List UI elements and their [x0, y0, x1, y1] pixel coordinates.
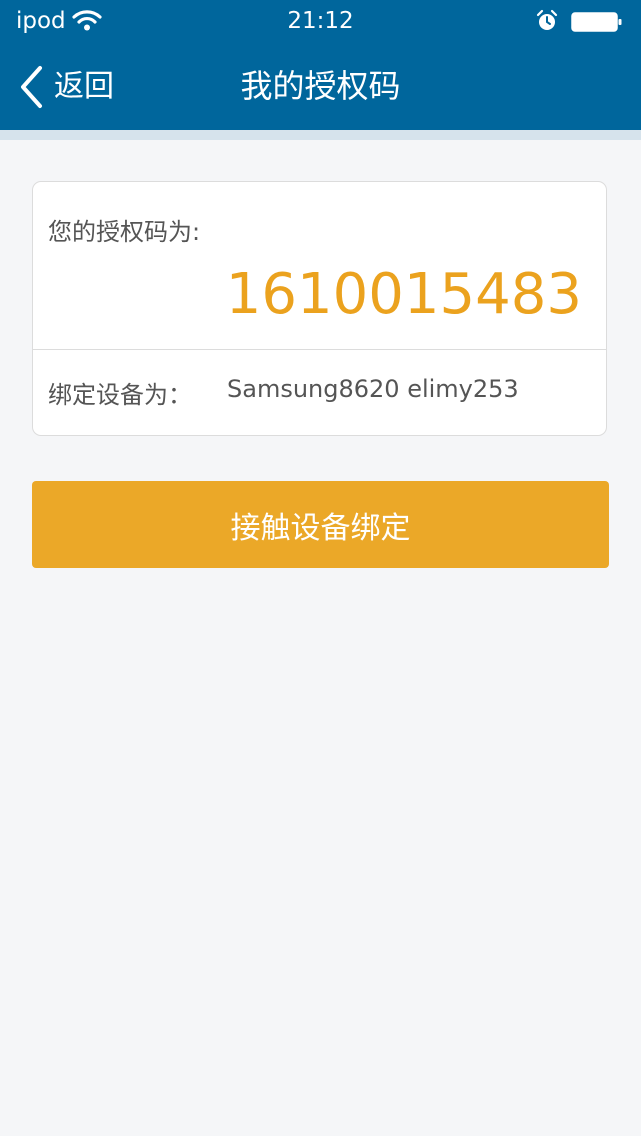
authorization-code-label: 您的授权码为:	[48, 218, 201, 246]
page-title: 我的授权码	[240, 67, 401, 105]
alarm-icon	[536, 9, 558, 30]
bind-device-button[interactable]: 接触设备绑定	[32, 481, 609, 568]
status-bar: ipod 21:12	[0, 0, 641, 42]
authorization-code-value: 1610015483	[225, 262, 582, 327]
card-divider	[33, 349, 606, 350]
battery-icon	[571, 12, 622, 32]
bound-device-value: Samsung8620 elimy253	[227, 375, 519, 403]
authorization-card: 您的授权码为: 1610015483 绑定设备为： Samsung8620 el…	[32, 181, 607, 436]
nav-divider	[0, 130, 641, 140]
navigation-bar: 返回 我的授权码	[0, 42, 641, 130]
bound-device-label: 绑定设备为：	[48, 381, 192, 409]
